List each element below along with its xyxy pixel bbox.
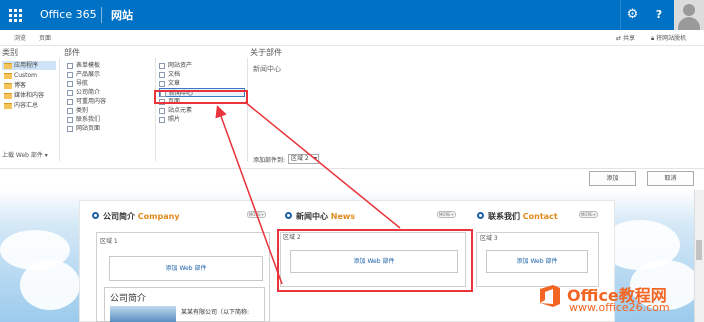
watermark-url: www.office26.com <box>569 301 670 314</box>
arrow-line <box>215 105 283 285</box>
office-logo-icon <box>540 285 560 307</box>
scrollbar-thumb[interactable] <box>696 240 702 260</box>
annotation-arrows <box>215 101 401 285</box>
arrow-line <box>244 101 401 229</box>
